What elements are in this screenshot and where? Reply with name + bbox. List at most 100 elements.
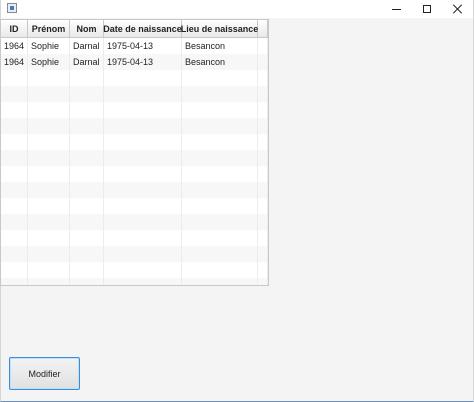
cell-filler [258,70,268,86]
column-header-lastname[interactable]: Nom [70,20,104,37]
app-icon [7,3,17,13]
close-button[interactable] [441,0,474,18]
cell-firstname [28,182,70,198]
cell-filler [258,54,268,70]
cell-lastname: Darnal [70,38,104,54]
cell-filler [258,198,268,214]
column-header-birthdate[interactable]: Date de naissance [103,20,182,37]
cell-id [1,214,28,230]
cell-filler [258,182,268,198]
cell-filler [258,246,268,262]
table-row[interactable] [1,214,268,230]
cell-firstname: Sophie [28,54,70,70]
minimize-button[interactable] [379,0,413,18]
cell-filler [258,230,268,246]
cell-id [1,134,28,150]
table-row[interactable] [1,278,268,285]
cell-firstname [28,166,70,182]
cell-lastname [70,182,104,198]
cell-firstname [28,86,70,102]
cell-id [1,262,28,278]
cell-birthplace [182,150,258,166]
cell-firstname [28,262,70,278]
column-header-birthplace[interactable]: Lieu de naissance [181,20,258,37]
cell-birthdate [104,182,182,198]
cell-firstname: Sophie [28,38,70,54]
table-row[interactable] [1,198,268,214]
cell-birthplace [182,182,258,198]
cell-id [1,86,28,102]
cell-id [1,278,28,285]
cell-birthdate [104,70,182,86]
cell-firstname [28,278,70,285]
cell-birthdate [104,102,182,118]
table-row[interactable] [1,134,268,150]
table-row[interactable]: 1964 Sophie Darnal 1975-04-13 Besancon [1,54,268,70]
cell-birthplace [182,246,258,262]
cell-id [1,150,28,166]
cell-id [1,230,28,246]
cell-filler [258,150,268,166]
table-row[interactable] [1,150,268,166]
cell-filler [258,214,268,230]
cell-lastname [70,118,104,134]
cell-birthdate [104,262,182,278]
cell-id [1,118,28,134]
cell-birthdate [104,278,182,285]
cell-firstname [28,246,70,262]
table-row[interactable] [1,102,268,118]
cell-firstname [28,118,70,134]
cell-firstname [28,134,70,150]
cell-id [1,246,28,262]
cell-lastname [70,134,104,150]
table-row[interactable] [1,118,268,134]
column-header-filler [258,20,268,37]
table-row[interactable] [1,262,268,278]
person-table[interactable]: ID Prénom Nom Date de naissance Lieu de … [0,19,269,286]
cell-birthdate [104,214,182,230]
cell-birthplace [182,214,258,230]
cell-firstname [28,230,70,246]
cell-firstname [28,198,70,214]
column-header-firstname[interactable]: Prénom [28,20,70,37]
app-window: ID Prénom Nom Date de naissance Lieu de … [0,0,474,402]
column-header-id[interactable]: ID [1,20,28,37]
cell-birthdate [104,134,182,150]
cell-filler [258,102,268,118]
cell-lastname [70,86,104,102]
table-body: 1964 Sophie Darnal 1975-04-13 Besancon 1964 So… [1,38,268,285]
cell-birthplace [182,230,258,246]
close-icon [453,4,463,14]
cell-lastname [70,230,104,246]
cell-firstname [28,70,70,86]
cell-birthplace [182,198,258,214]
table-row[interactable] [1,166,268,182]
table-row[interactable] [1,70,268,86]
table-row[interactable] [1,230,268,246]
cell-firstname [28,150,70,166]
table-row[interactable]: 1964 Sophie Darnal 1975-04-13 Besancon [1,38,268,54]
cell-birthdate [104,118,182,134]
maximize-button[interactable] [410,0,444,18]
cell-id: 1964 [1,54,28,70]
cell-filler [258,166,268,182]
cell-birthplace [182,166,258,182]
cell-birthdate [104,86,182,102]
cell-id [1,166,28,182]
cell-birthdate [104,246,182,262]
cell-lastname [70,166,104,182]
cell-birthplace [182,262,258,278]
cell-birthdate [104,198,182,214]
cell-lastname: Darnal [70,54,104,70]
maximize-icon [423,5,431,13]
cell-firstname [28,214,70,230]
cell-birthdate [104,230,182,246]
table-row[interactable] [1,182,268,198]
cell-lastname [70,70,104,86]
modify-button[interactable]: Modifier [9,357,80,390]
cell-lastname [70,150,104,166]
cell-birthplace [182,278,258,285]
cell-id [1,198,28,214]
table-row[interactable] [1,246,268,262]
table-row[interactable] [1,86,268,102]
